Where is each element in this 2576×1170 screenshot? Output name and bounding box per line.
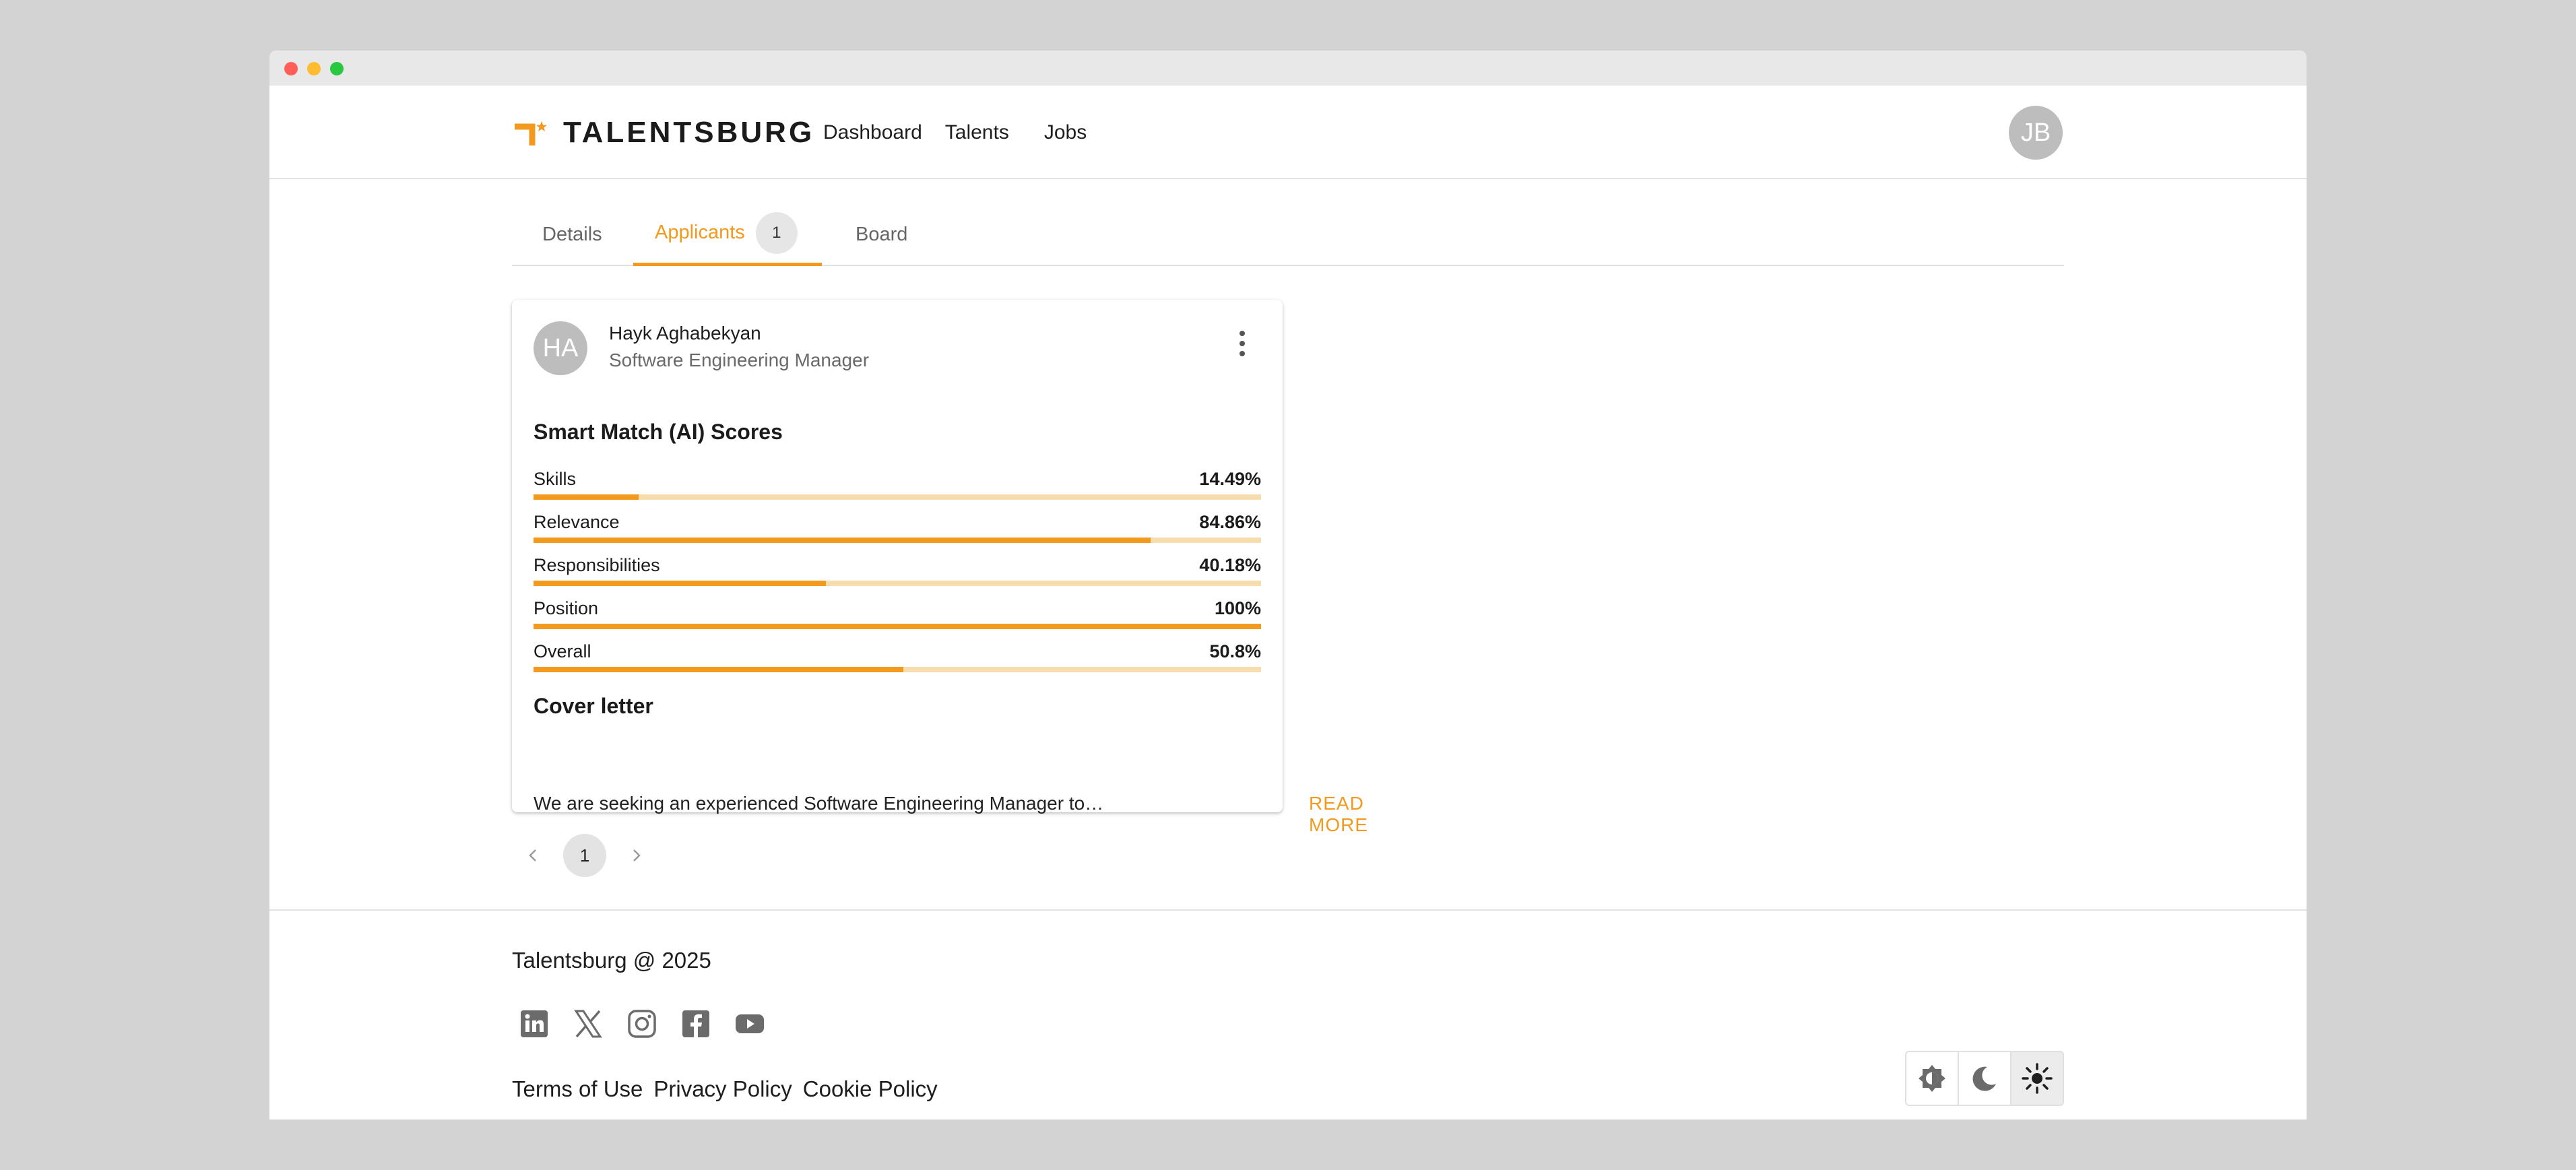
window-titlebar [269,51,2307,86]
score-label: Skills [534,469,577,489]
score-label: Overall [534,641,591,661]
tab-details-label: Details [542,223,602,245]
main-nav: Dashboard Talents Jobs [823,119,1109,146]
score-value: 40.18% [1199,555,1261,575]
tab-board-label: Board [856,223,908,245]
scores-title: Smart Match (AI) Scores [534,420,783,444]
cookie-policy-link[interactable]: Cookie Policy [803,1076,938,1102]
score-row-relevance: Relevance 84.86% [534,512,1261,544]
chevron-left-icon[interactable] [512,834,555,877]
score-bar [534,624,1261,629]
score-value: 84.86% [1199,512,1261,532]
score-value: 14.49% [1199,469,1261,489]
theme-toggle [1905,1051,2064,1106]
score-bar [534,667,1261,672]
linkedin-icon[interactable] [519,1008,550,1039]
score-bar-fill [534,494,639,500]
facebook-icon[interactable] [680,1008,711,1039]
privacy-policy-link[interactable]: Privacy Policy [653,1076,792,1102]
score-row-position: Position 100% [534,598,1261,630]
browser-window: TALENTSBURG Dashboard Talents Jobs JB De… [269,51,2307,1119]
sun-icon [2022,1063,2053,1094]
instagram-icon[interactable] [626,1008,657,1039]
auto-contrast-icon [1919,1065,1945,1092]
score-value: 100% [1214,598,1261,618]
nav-jobs[interactable]: Jobs [1044,119,1087,146]
applicant-avatar[interactable]: HA [534,321,587,375]
pagination: 1 [512,834,657,877]
score-bar-fill [534,581,826,586]
score-label: Responsibilities [534,555,660,575]
theme-dark-button[interactable] [1959,1052,2011,1105]
score-value: 50.8% [1209,641,1261,661]
terms-of-use-link[interactable]: Terms of Use [512,1076,643,1102]
brand-name: TALENTSBURG [563,116,815,149]
theme-light-button[interactable] [2011,1052,2063,1105]
tab-details[interactable]: Details [542,203,602,266]
close-window-button[interactable] [284,62,298,75]
score-bar-fill [534,667,903,672]
job-tabs: Details Applicants 1 Board [512,203,2064,266]
applicants-count-badge: 1 [755,212,798,254]
user-avatar[interactable]: JB [2009,106,2063,160]
more-options-icon[interactable] [1235,328,1249,363]
tab-applicants[interactable]: Applicants 1 [633,203,822,266]
score-row-skills: Skills 14.49% [534,469,1261,501]
x-icon[interactable] [573,1008,604,1039]
moon-icon [1972,1066,1996,1091]
score-bar [534,538,1261,543]
score-bar [534,581,1261,586]
copyright-text: Talentsburg @ 2025 [512,948,711,973]
youtube-icon[interactable] [734,1008,765,1039]
cover-letter-excerpt: We are seeking an experienced Software E… [534,793,1104,814]
footer-links: Terms of Use Privacy Policy Cookie Polic… [512,1076,938,1102]
score-row-responsibilities: Responsibilities 40.18% [534,555,1261,587]
top-header: TALENTSBURG Dashboard Talents Jobs JB [269,86,2307,179]
score-bar-fill [534,624,1261,629]
applicant-card: HA Hayk Aghabekyan Software Engineering … [512,300,1367,835]
social-links [519,1008,765,1039]
applicant-name[interactable]: Hayk Aghabekyan [609,323,761,344]
read-more-button[interactable]: READ MORE [1309,793,1368,836]
score-label: Relevance [534,512,620,532]
score-row-overall: Overall 50.8% [534,641,1261,674]
score-bar [534,494,1261,500]
page-number-button[interactable]: 1 [563,834,606,877]
brand-logo[interactable]: TALENTSBURG [512,112,814,153]
logo-mark-icon [515,121,547,145]
nav-talents[interactable]: Talents [945,119,1009,146]
score-label: Position [534,598,599,618]
minimize-window-button[interactable] [307,62,321,75]
maximize-window-button[interactable] [330,62,344,75]
theme-auto-button[interactable] [1906,1052,1959,1105]
applicant-title: Software Engineering Manager [609,350,870,370]
tab-applicants-label: Applicants [655,222,745,243]
cover-letter-title: Cover letter [534,694,653,718]
chevron-right-icon[interactable] [614,834,657,877]
tab-board[interactable]: Board [856,203,907,266]
score-bar-fill [534,538,1151,543]
nav-dashboard[interactable]: Dashboard [823,119,922,146]
